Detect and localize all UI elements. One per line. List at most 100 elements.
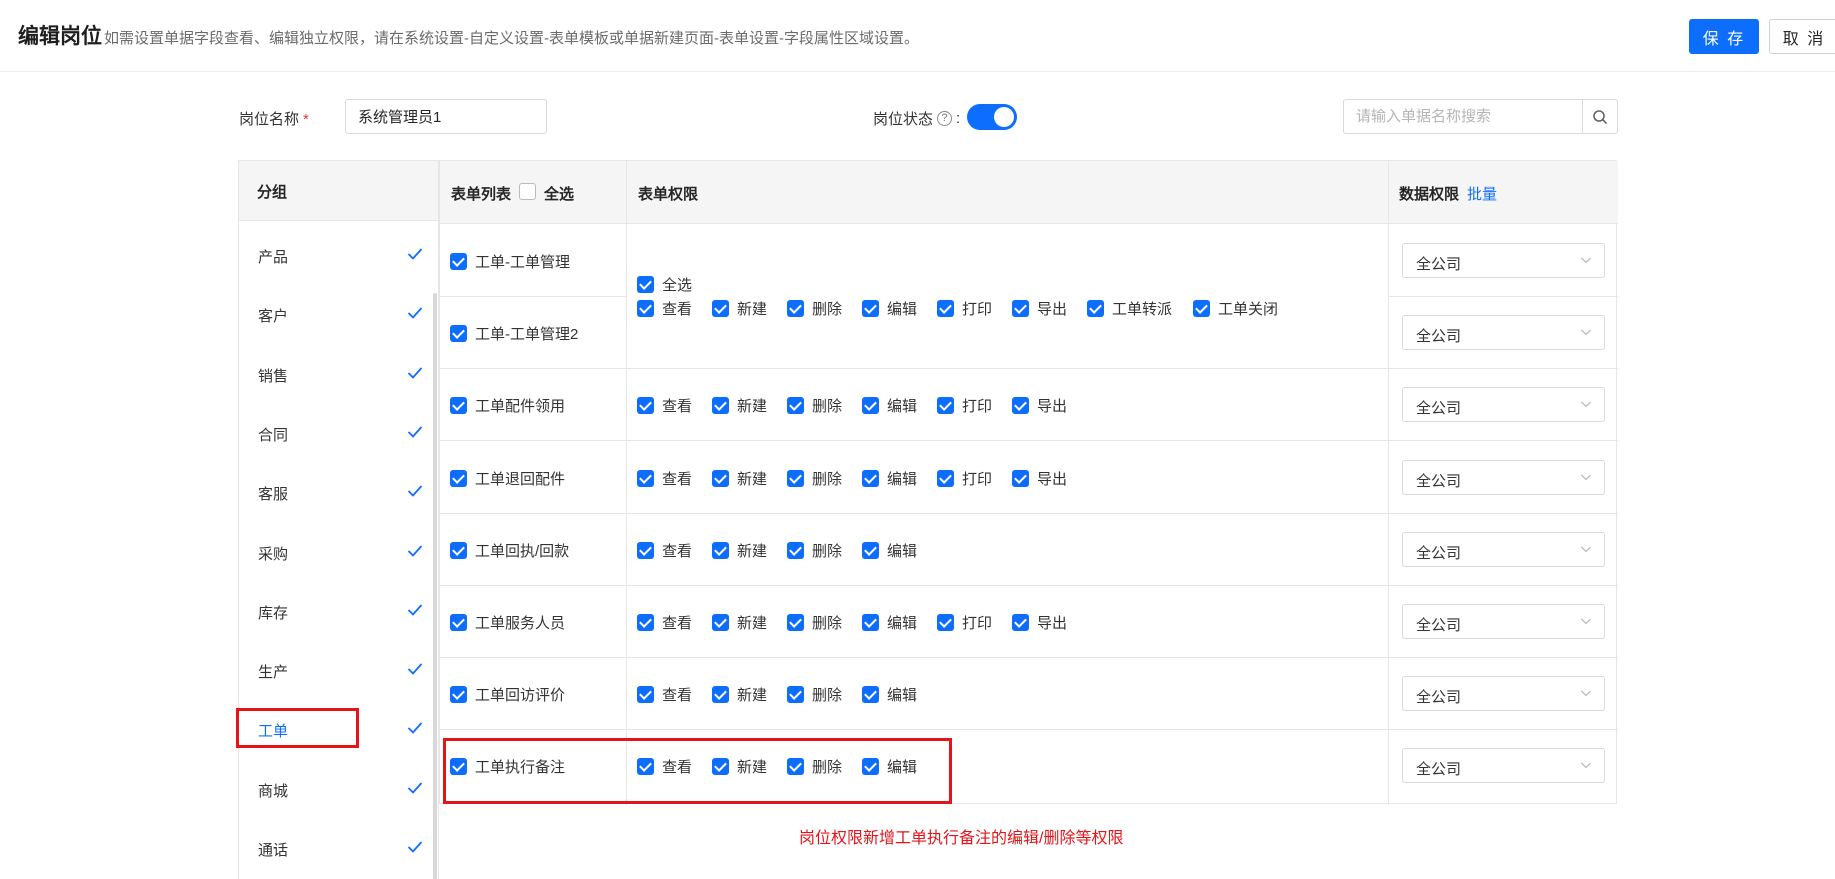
perm-print[interactable]: 打印 (937, 612, 992, 633)
perm-delete[interactable]: 删除 (787, 298, 842, 319)
perm-checkbox[interactable] (1012, 470, 1029, 487)
perm-create[interactable]: 新建 (712, 540, 767, 561)
perm-checkbox[interactable] (637, 686, 654, 703)
form-checkbox[interactable] (450, 253, 467, 270)
sidebar-item[interactable]: 客服 (239, 468, 429, 518)
perm-checkbox[interactable] (712, 542, 729, 559)
perm-create[interactable]: 新建 (712, 684, 767, 705)
perm-edit[interactable]: 编辑 (862, 684, 917, 705)
perm-checkbox[interactable] (937, 614, 954, 631)
perm-print[interactable]: 打印 (937, 395, 992, 416)
perm-checkbox[interactable] (637, 470, 654, 487)
perm-delete[interactable]: 删除 (787, 684, 842, 705)
perm-checkbox[interactable] (637, 614, 654, 631)
perm-checkbox[interactable] (787, 397, 804, 414)
perm-export[interactable]: 导出 (1012, 298, 1067, 319)
form-checkbox[interactable] (450, 686, 467, 703)
perm-delete[interactable]: 删除 (787, 468, 842, 489)
perm-checkbox[interactable] (787, 614, 804, 631)
perm-checkbox[interactable] (712, 470, 729, 487)
data-scope-select[interactable]: 全公司 (1402, 748, 1605, 783)
data-scope-select[interactable]: 全公司 (1402, 315, 1605, 350)
perm-select-all[interactable]: 全选 (637, 274, 692, 295)
data-scope-select[interactable]: 全公司 (1402, 676, 1605, 711)
perm-checkbox[interactable] (1012, 300, 1029, 317)
perm-checkbox[interactable] (862, 397, 879, 414)
perm-checkbox[interactable] (637, 542, 654, 559)
perm-view[interactable]: 查看 (637, 468, 692, 489)
perm-checkbox[interactable] (862, 470, 879, 487)
perm-print[interactable]: 打印 (937, 298, 992, 319)
table-row[interactable]: 工单退回配件 (450, 468, 565, 489)
data-scope-select[interactable]: 全公司 (1402, 387, 1605, 422)
perm-checkbox[interactable] (937, 300, 954, 317)
perm-checkbox[interactable] (712, 686, 729, 703)
sidebar-item[interactable]: 产品 (239, 231, 429, 281)
perm-create[interactable]: 新建 (712, 395, 767, 416)
position-name-input[interactable] (345, 99, 547, 134)
form-checkbox[interactable] (450, 542, 467, 559)
perm-create[interactable]: 新建 (712, 468, 767, 489)
sidebar-item[interactable]: 生产 (239, 646, 429, 696)
perm-export[interactable]: 导出 (1012, 612, 1067, 633)
table-row[interactable]: 工单回执/回款 (450, 540, 569, 561)
table-row[interactable]: 工单-工单管理2 (450, 323, 578, 344)
form-checkbox[interactable] (450, 614, 467, 631)
table-row[interactable]: 工单服务人员 (450, 612, 565, 633)
sidebar-item[interactable]: 库存 (239, 587, 429, 637)
position-status-toggle[interactable] (967, 104, 1017, 130)
save-button[interactable]: 保 存 (1689, 19, 1759, 54)
perm-edit[interactable]: 编辑 (862, 612, 917, 633)
select-all-forms-checkbox[interactable] (519, 183, 537, 200)
perm-delete[interactable]: 删除 (787, 612, 842, 633)
form-checkbox[interactable] (450, 470, 467, 487)
perm-checkbox[interactable] (712, 397, 729, 414)
perm-export[interactable]: 导出 (1012, 395, 1067, 416)
perm-checkbox[interactable] (862, 614, 879, 631)
search-button[interactable] (1582, 99, 1618, 134)
perm-checkbox[interactable] (1193, 300, 1210, 317)
form-checkbox[interactable] (450, 325, 467, 342)
perm-checkbox[interactable] (787, 542, 804, 559)
perm-create[interactable]: 新建 (712, 298, 767, 319)
perm-checkbox[interactable] (787, 300, 804, 317)
perm-checkbox[interactable] (862, 686, 879, 703)
perm-close[interactable]: 工单关闭 (1193, 298, 1278, 319)
perm-edit[interactable]: 编辑 (862, 540, 917, 561)
perm-checkbox[interactable] (787, 470, 804, 487)
sidebar-item[interactable]: 客户 (239, 290, 429, 340)
sidebar-item[interactable]: 销售 (239, 350, 429, 400)
perm-view[interactable]: 查看 (637, 298, 692, 319)
perm-checkbox[interactable] (637, 397, 654, 414)
table-row[interactable]: 工单-工单管理 (450, 251, 570, 272)
form-search-input[interactable] (1343, 99, 1583, 134)
sidebar-item[interactable]: 商城 (239, 765, 429, 815)
table-row[interactable]: 工单配件领用 (450, 395, 565, 416)
table-row[interactable]: 工单回访评价 (450, 684, 565, 705)
perm-checkbox[interactable] (637, 276, 654, 293)
perm-view[interactable]: 查看 (637, 540, 692, 561)
perm-checkbox[interactable] (1012, 614, 1029, 631)
perm-transfer[interactable]: 工单转派 (1087, 298, 1172, 319)
sidebar-item[interactable]: 采购 (239, 528, 429, 578)
data-scope-select[interactable]: 全公司 (1402, 243, 1605, 278)
perm-checkbox[interactable] (937, 470, 954, 487)
batch-link[interactable]: 批量 (1467, 183, 1497, 204)
perm-view[interactable]: 查看 (637, 395, 692, 416)
form-checkbox[interactable] (450, 397, 467, 414)
data-scope-select[interactable]: 全公司 (1402, 460, 1605, 495)
perm-delete[interactable]: 删除 (787, 540, 842, 561)
perm-edit[interactable]: 编辑 (862, 395, 917, 416)
data-scope-select[interactable]: 全公司 (1402, 532, 1605, 567)
perm-checkbox[interactable] (712, 614, 729, 631)
perm-create[interactable]: 新建 (712, 612, 767, 633)
help-icon[interactable]: ? (937, 111, 953, 126)
sidebar-item[interactable]: 合同 (239, 409, 429, 459)
perm-export[interactable]: 导出 (1012, 468, 1067, 489)
sidebar-item[interactable]: 通话 (239, 824, 429, 874)
perm-delete[interactable]: 删除 (787, 395, 842, 416)
perm-edit[interactable]: 编辑 (862, 468, 917, 489)
sidebar-scrollbar[interactable] (433, 293, 437, 879)
data-scope-select[interactable]: 全公司 (1402, 604, 1605, 639)
perm-checkbox[interactable] (1087, 300, 1104, 317)
